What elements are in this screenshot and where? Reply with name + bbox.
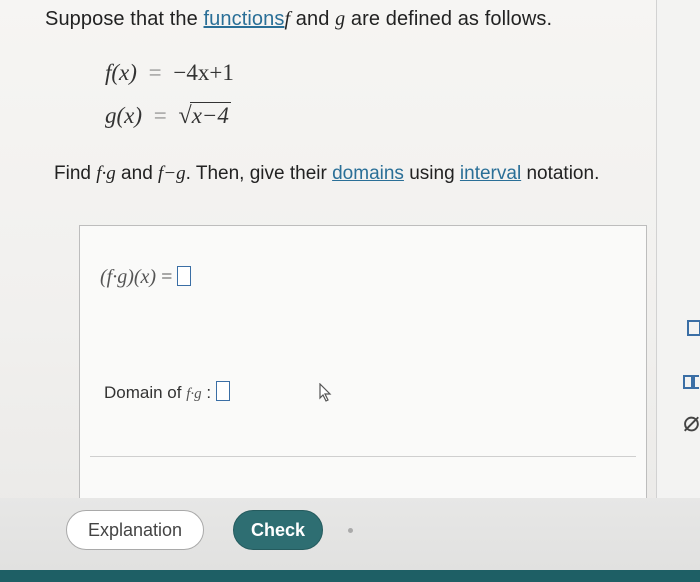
task-and: and xyxy=(115,163,159,184)
intro-text: Suppose that the functionsf and g are de… xyxy=(45,8,552,31)
empty-set-icon[interactable]: ⌀ xyxy=(683,405,700,438)
right-toolbar: ⌀ xyxy=(656,0,700,582)
product-input[interactable] xyxy=(177,266,192,286)
domain-colon: : xyxy=(201,383,212,402)
panel-divider xyxy=(90,456,636,457)
interval-link[interactable]: interval xyxy=(460,163,521,184)
bottom-stripe xyxy=(0,570,700,582)
domain-label: Domain of xyxy=(104,383,187,402)
intro-g: g xyxy=(335,8,346,30)
domain-input[interactable] xyxy=(215,381,230,401)
task-fmg: f−g xyxy=(158,163,186,184)
g-lhs: g(x) xyxy=(105,103,143,128)
action-bar: Explanation Check xyxy=(0,498,700,570)
answer-box-icon[interactable] xyxy=(691,375,699,389)
equation-g: g(x) = √x−4 xyxy=(105,102,231,130)
eq-sign: = xyxy=(148,60,162,85)
task-notation: notation. xyxy=(521,163,600,184)
equation-f: f(x) = −4x+1 xyxy=(105,60,234,86)
check-button[interactable]: Check xyxy=(233,510,323,550)
eq-sign: = xyxy=(153,103,167,128)
domains-link[interactable]: domains xyxy=(332,163,404,184)
status-dot xyxy=(348,528,353,533)
page: Suppose that the functionsf and g are de… xyxy=(0,0,700,582)
product-eq: = xyxy=(161,266,173,288)
task-fg: f·g xyxy=(96,163,116,184)
intro-and: and xyxy=(290,8,336,30)
task-then: . Then, give their xyxy=(185,163,333,184)
f-lhs: f(x) xyxy=(105,60,137,85)
explanation-button[interactable]: Explanation xyxy=(66,510,204,550)
answer-panel: (f·g)(x) = Domain of f·g : xyxy=(79,225,647,517)
intro-suffix: are defined as follows. xyxy=(345,8,553,30)
functions-link[interactable]: functions xyxy=(204,8,285,30)
task-find: Find xyxy=(54,163,97,184)
task-using: using xyxy=(403,163,460,184)
domain-row: Domain of f·g : xyxy=(104,381,230,403)
product-lhs: (f·g)(x) xyxy=(100,266,157,288)
f-rhs: −4x+1 xyxy=(173,60,234,85)
task-text: Find f·g and f−g. Then, give their domai… xyxy=(54,163,599,185)
product-row: (f·g)(x) = xyxy=(100,266,192,289)
domain-fg: f·g xyxy=(186,386,202,402)
intro-prefix: Suppose that the xyxy=(45,8,204,30)
sqrt-expression: √x−4 xyxy=(179,102,231,130)
answer-box-icon[interactable] xyxy=(687,320,700,336)
cursor-arrow-icon xyxy=(319,383,332,402)
g-radicand: x−4 xyxy=(189,102,231,128)
